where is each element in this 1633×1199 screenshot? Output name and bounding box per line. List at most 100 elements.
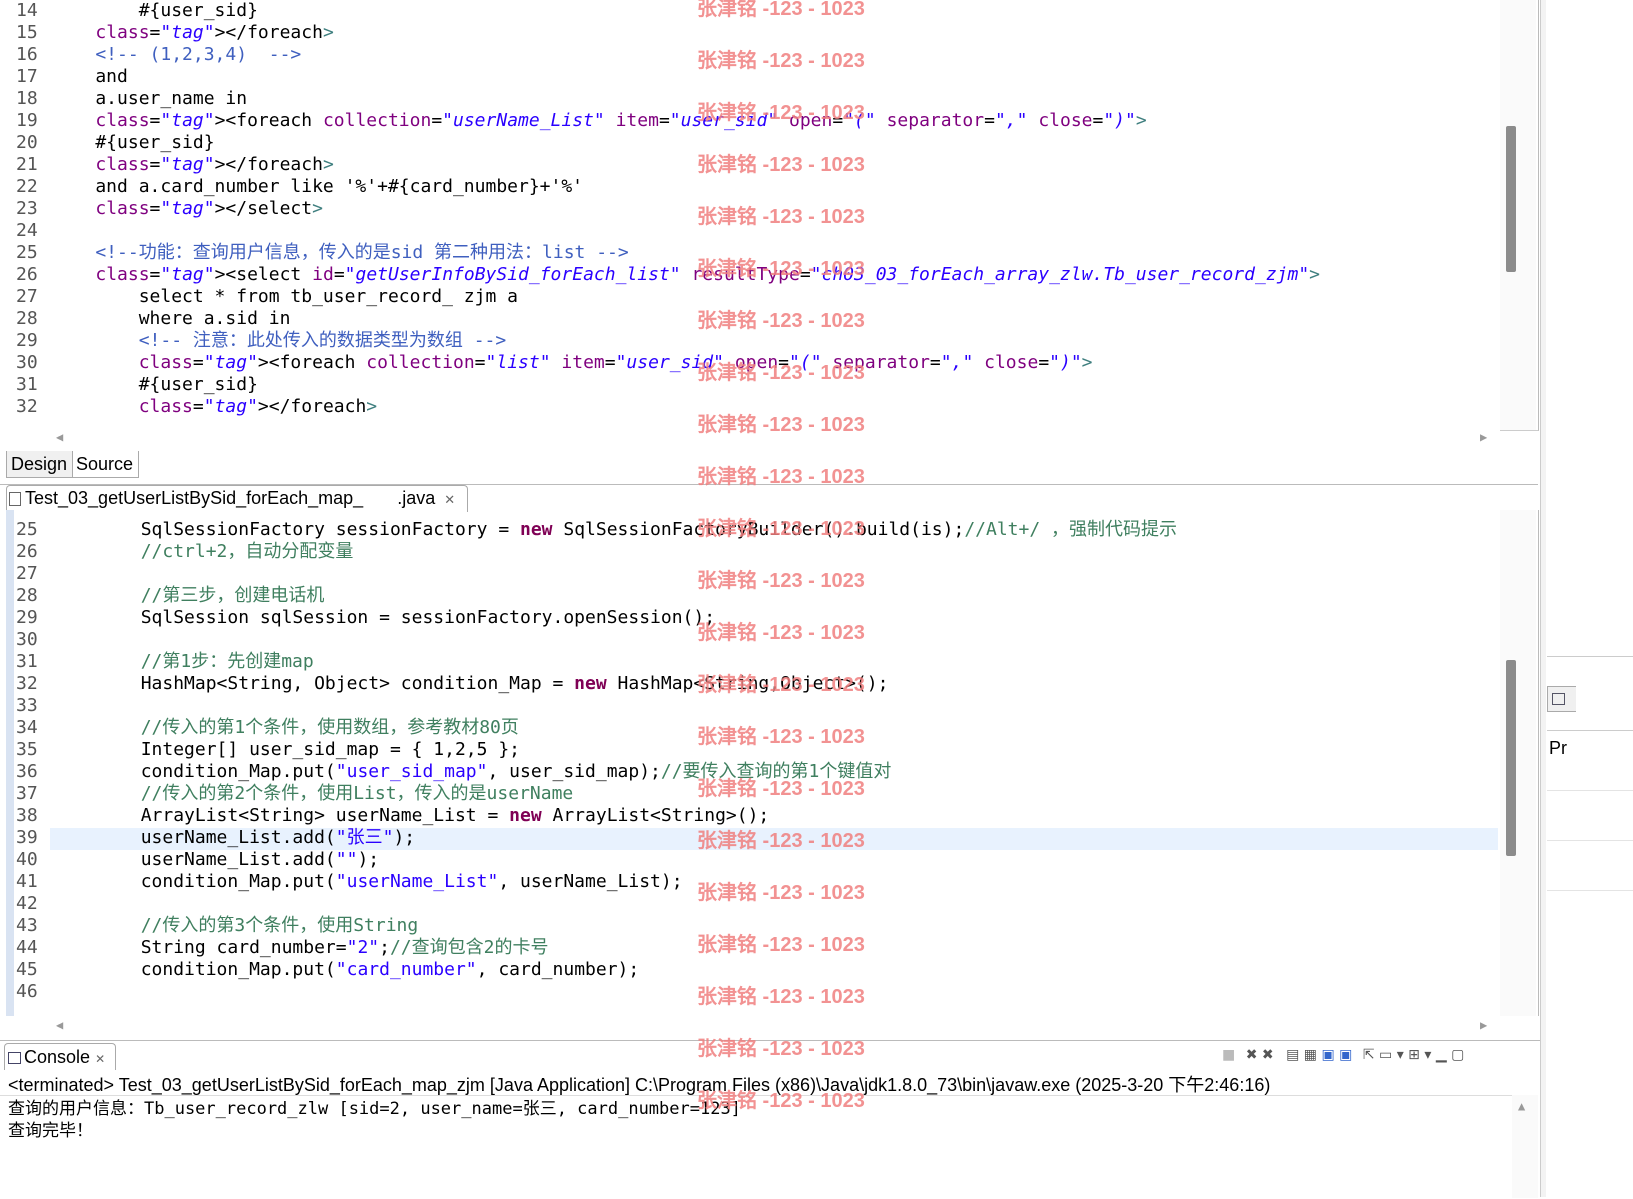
remove-launch-icon[interactable]: ✖ [1246, 1047, 1258, 1063]
show-on-stderr-icon[interactable]: ▣ [1339, 1047, 1352, 1063]
xml-code-line[interactable]: 20 #{user_sid} [0, 132, 215, 154]
watermark-text: 张津铭 -123 - 1023 [697, 258, 865, 280]
line-number: 45 [16, 959, 38, 980]
java-code-line[interactable]: 33 [16, 695, 54, 717]
java-code-line[interactable]: 31 //第1步：先创建map [16, 651, 314, 673]
xml-code-line[interactable]: 16 <!-- (1,2,3,4) --> [0, 44, 301, 66]
java-code-line[interactable]: 37 //传入的第2个条件，使用List，传入的是userName [16, 783, 573, 805]
xml-code-line[interactable]: 27 select * from tb_user_record_ zjm a [0, 286, 518, 308]
xml-code-line[interactable]: 31 #{user_sid} [0, 374, 258, 396]
display-console-icon[interactable]: ▭ [1379, 1047, 1392, 1063]
xml-code-line[interactable]: 17 and [0, 66, 128, 88]
code-text: userName_List.add("张三"); [54, 827, 416, 848]
maximize-icon[interactable]: ▢ [1451, 1047, 1464, 1063]
watermark-text: 张津铭 -123 - 1023 [697, 778, 865, 800]
watermark-text: 张津铭 -123 - 1023 [697, 570, 865, 592]
java-code-line[interactable]: 44 String card_number="2";//查询包含2的卡号 [16, 937, 548, 959]
watermark-text: 张津铭 -123 - 1023 [697, 50, 865, 72]
minimize-icon[interactable]: ▁ [1436, 1047, 1447, 1063]
java-code-line[interactable]: 40 userName_List.add(""); [16, 849, 379, 871]
xml-code-line[interactable]: 25 <!--功能：查询用户信息，传入的是sid 第二种用法：list --> [0, 242, 629, 264]
watermark-text: 张津铭 -123 - 1023 [697, 986, 865, 1008]
xml-code-line[interactable]: 22 and a.card_number like '%'+#{card_num… [0, 176, 583, 198]
xml-code-line[interactable]: 23 class="tag"></select> [0, 198, 323, 220]
java-code-line[interactable]: 25 SqlSessionFactory sessionFactory = ne… [16, 519, 1177, 541]
java-code-line[interactable]: 38 ArrayList<String> userName_List = new… [16, 805, 769, 827]
console-toolbar: ■ ✖ ✖ ▤ ▦ ▣ ▣ ⇱ ▭ ▾ ⊞ ▾ ▁ ▢ [1222, 1047, 1538, 1067]
xml-scroll-thumb[interactable] [1506, 126, 1516, 272]
xml-code-line[interactable]: 29 <!-- 注意：此处传入的数据类型为数组 --> [0, 330, 506, 352]
code-text: condition_Map.put("userName_List", userN… [54, 871, 683, 892]
line-number: 24 [16, 220, 38, 241]
xml-code-line[interactable]: 14 #{user_sid} [0, 0, 258, 22]
line-number: 39 [16, 827, 38, 848]
xml-code-line[interactable]: 30 class="tag"><foreach collection="list… [0, 352, 1093, 374]
java-vertical-scrollbar[interactable] [1500, 510, 1536, 1016]
xml-code-line[interactable]: 15 class="tag"></foreach> [0, 22, 334, 44]
line-number: 36 [16, 761, 38, 782]
line-number: 16 [16, 44, 38, 65]
line-number: 18 [16, 88, 38, 109]
chevron-down-icon[interactable]: ▾ [1397, 1047, 1404, 1063]
xml-code-line[interactable]: 26 class="tag"><select id="getUserInfoBy… [0, 264, 1320, 286]
scroll-left-icon[interactable]: ◀ [56, 1018, 63, 1032]
java-code-line[interactable]: 29 SqlSession sqlSession = sessionFactor… [16, 607, 715, 629]
line-number: 30 [16, 629, 38, 650]
line-number: 19 [16, 110, 38, 131]
code-text: //第1步：先创建map [140, 651, 314, 672]
console-title: Console [24, 1047, 91, 1067]
xml-code-line[interactable]: 28 where a.sid in [0, 308, 290, 330]
line-number: 35 [16, 739, 38, 760]
xml-code-line[interactable]: 21 class="tag"></foreach> [0, 154, 334, 176]
code-text: class="tag"><foreach collection="list" i… [138, 352, 1093, 373]
line-number: 26 [16, 541, 38, 562]
scroll-right-icon[interactable]: ▶ [1480, 430, 1487, 444]
java-code-line[interactable]: 28 //第三步，创建电话机 [16, 585, 324, 607]
line-number: 17 [16, 66, 38, 87]
java-code-line[interactable]: 30 [16, 629, 54, 651]
xml-code-line[interactable]: 24 [0, 220, 52, 242]
java-code-line[interactable]: 26 //ctrl+2，自动分配变量 [16, 541, 353, 563]
tab-design[interactable]: Design [6, 451, 74, 478]
xml-code-line[interactable]: 32 class="tag"></foreach> [0, 396, 377, 418]
pin-console-icon[interactable]: ⇱ [1363, 1047, 1375, 1063]
java-code-line[interactable]: 43 //传入的第3个条件，使用String [16, 915, 418, 937]
console-vertical-scrollbar[interactable]: ▲ [1512, 1095, 1538, 1198]
terminate-icon[interactable]: ■ [1222, 1047, 1235, 1063]
scroll-right-icon[interactable]: ▶ [1480, 1018, 1487, 1032]
java-code-line[interactable]: 35 Integer[] user_sid_map = { 1,2,5 }; [16, 739, 520, 761]
tab-source[interactable]: Source [72, 451, 139, 478]
line-number: 28 [16, 308, 38, 329]
remove-all-icon[interactable]: ✖ [1262, 1047, 1274, 1063]
xml-vertical-scrollbar[interactable] [1500, 0, 1536, 430]
clear-console-icon[interactable]: ▤ [1286, 1047, 1299, 1063]
java-file-tab[interactable]: Test_03_getUserListBySid_forEach_map_ .ja… [6, 485, 468, 512]
close-icon[interactable]: ✕ [444, 492, 455, 507]
console-tab[interactable]: Console ✕ [4, 1043, 116, 1070]
view-icon [1552, 693, 1565, 705]
show-on-stdout-icon[interactable]: ▣ [1321, 1047, 1334, 1063]
scroll-left-icon[interactable]: ◀ [56, 430, 63, 444]
code-text: a.user_name in [52, 88, 248, 109]
code-text: where a.sid in [52, 308, 291, 329]
xml-code-line[interactable]: 19 class="tag"><foreach collection="user… [0, 110, 1147, 132]
line-number: 37 [16, 783, 38, 804]
side-view-tab[interactable] [1547, 686, 1576, 712]
console-output-line: 查询完毕！ [8, 1121, 93, 1141]
java-code-line[interactable]: 41 condition_Map.put("userName_List", us… [16, 871, 683, 893]
java-code-line[interactable]: 34 //传入的第1个条件，使用数组，参考教材80页 [16, 717, 519, 739]
open-console-icon[interactable]: ⊞ [1408, 1047, 1420, 1063]
java-code-line[interactable]: 27 [16, 563, 54, 585]
java-code-line[interactable]: 42 [16, 893, 54, 915]
java-scroll-thumb[interactable] [1506, 660, 1516, 856]
xml-code-line[interactable]: 18 a.user_name in [0, 88, 247, 110]
close-icon[interactable]: ✕ [95, 1052, 105, 1066]
java-code-line[interactable]: 39 userName_List.add("张三"); [16, 827, 415, 849]
java-code-line[interactable]: 46 [16, 981, 54, 1003]
chevron-down-icon[interactable]: ▾ [1424, 1047, 1431, 1063]
java-code-line[interactable]: 45 condition_Map.put("card_number", card… [16, 959, 639, 981]
code-text: condition_Map.put("card_number", card_nu… [54, 959, 640, 980]
code-text: <!-- 注意：此处传入的数据类型为数组 --> [52, 330, 507, 351]
scroll-up-icon[interactable]: ▲ [1518, 1099, 1525, 1113]
scroll-lock-icon[interactable]: ▦ [1304, 1047, 1317, 1063]
